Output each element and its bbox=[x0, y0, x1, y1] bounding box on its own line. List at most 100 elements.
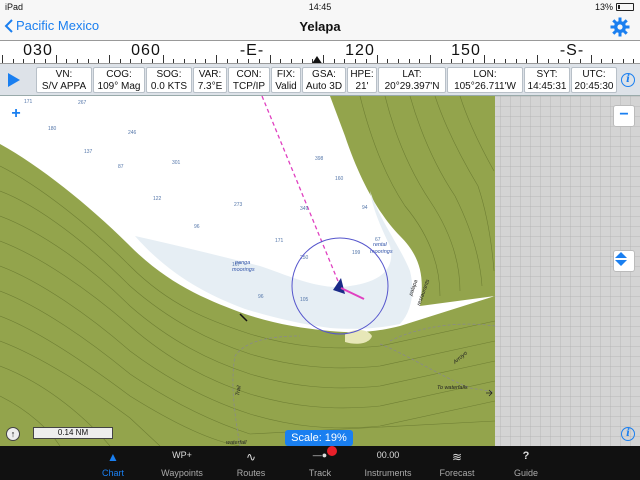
compass-tick bbox=[290, 59, 292, 63]
compass-label: 120 bbox=[345, 42, 375, 59]
zoom-out-button[interactable]: − bbox=[613, 105, 635, 127]
data-label: GSA: bbox=[312, 69, 336, 80]
data-cell-utc[interactable]: UTC: 20:45:30 bbox=[571, 67, 617, 93]
compass-tick bbox=[483, 55, 485, 63]
svg-text:301: 301 bbox=[172, 160, 181, 166]
compass-tick bbox=[301, 59, 303, 63]
gear-icon[interactable] bbox=[610, 17, 630, 37]
tab-forecast[interactable]: ≋ Forecast bbox=[422, 446, 492, 480]
tab-track[interactable]: —● Track bbox=[285, 446, 355, 480]
instruments-icon: 00.00 bbox=[376, 450, 400, 460]
compass-tick bbox=[633, 59, 635, 63]
tab-guide[interactable]: ? Guide bbox=[491, 446, 561, 480]
data-value: 21' bbox=[355, 81, 369, 92]
svg-text:87: 87 bbox=[118, 164, 124, 170]
data-value: 7.3°E bbox=[197, 81, 223, 92]
compass-tick bbox=[537, 55, 538, 63]
data-cell-var[interactable]: VAR: 7.3°E bbox=[193, 67, 227, 93]
data-value: 20:45:30 bbox=[574, 81, 614, 92]
tab-bar: ▲ Chart WP+ Waypoints ∿ Routes —● Track … bbox=[0, 446, 640, 480]
chart-icon: ▲ bbox=[107, 450, 119, 464]
svg-text:105: 105 bbox=[300, 297, 309, 303]
data-cell-con[interactable]: CON: TCP/IP bbox=[228, 67, 270, 93]
svg-text:137: 137 bbox=[84, 149, 93, 155]
compass-tick bbox=[216, 55, 217, 63]
data-cell-vn[interactable]: VN: S/V APPA bbox=[36, 67, 92, 93]
svg-text:246: 246 bbox=[128, 130, 137, 136]
tab-routes[interactable]: ∿ Routes bbox=[216, 446, 286, 480]
data-cell-lon[interactable]: LON: 105°26.711'W bbox=[447, 67, 523, 93]
data-label: HPE: bbox=[350, 69, 374, 80]
data-value: 20°29.397'N bbox=[384, 81, 440, 92]
recording-dot-icon bbox=[327, 446, 337, 456]
play-icon[interactable] bbox=[8, 73, 20, 87]
data-cell-sog[interactable]: SOG: 0.0 KTS bbox=[146, 67, 192, 93]
svg-text:122: 122 bbox=[153, 196, 162, 202]
compass-tick bbox=[611, 59, 613, 63]
label-panga: panga bbox=[234, 260, 250, 266]
data-cell-syt[interactable]: SYT: 14:45:31 bbox=[524, 67, 570, 93]
svg-text:96: 96 bbox=[194, 224, 200, 230]
scale-button[interactable]: Scale: 19% bbox=[285, 430, 353, 446]
svg-text:171: 171 bbox=[275, 238, 284, 244]
zoom-in-button[interactable]: + bbox=[5, 105, 27, 127]
chart-view[interactable]: 171 267 180 246 137 87 301 122 273 96 17… bbox=[0, 96, 640, 446]
compass-tick bbox=[66, 59, 68, 63]
compass-tape: 030 060 -E- 120 150 -S- bbox=[0, 40, 640, 64]
data-label: FIX: bbox=[276, 69, 296, 80]
data-label: SOG: bbox=[156, 69, 182, 80]
compass-tick bbox=[622, 59, 624, 63]
forecast-icon: ≋ bbox=[451, 450, 463, 464]
track-icon-glyph: —● bbox=[312, 450, 328, 460]
data-cell-lat[interactable]: LAT: 20°29.397'N bbox=[378, 67, 446, 93]
status-bar: iPad 14:45 13% bbox=[0, 0, 640, 14]
tab-instruments[interactable]: 00.00 Instruments bbox=[353, 446, 423, 480]
svg-text:273: 273 bbox=[234, 202, 243, 208]
compass-label: -S- bbox=[559, 42, 585, 59]
compass-label: 060 bbox=[131, 42, 161, 59]
compass-tick bbox=[397, 59, 399, 63]
compass-tick bbox=[162, 55, 164, 63]
compass-tick bbox=[87, 59, 89, 63]
tab-chart[interactable]: ▲ Chart bbox=[78, 446, 148, 480]
tab-waypoints[interactable]: WP+ Waypoints bbox=[147, 446, 217, 480]
data-label: LON: bbox=[473, 69, 497, 80]
data-label: CON: bbox=[236, 69, 262, 80]
guide-icon: ? bbox=[522, 450, 530, 462]
compass-tick bbox=[226, 59, 228, 63]
data-value: 105°26.711'W bbox=[454, 81, 516, 92]
data-label: UTC: bbox=[582, 69, 606, 80]
tab-label: Forecast bbox=[439, 468, 475, 478]
data-value: Valid bbox=[275, 81, 297, 92]
compass-tick bbox=[387, 59, 389, 63]
compass-tick bbox=[333, 59, 335, 63]
compass-tick bbox=[504, 59, 506, 63]
compass-tick bbox=[440, 59, 442, 63]
battery-indicator: 13% bbox=[595, 2, 634, 12]
compass-label: 150 bbox=[451, 42, 481, 59]
track-icon: —● bbox=[285, 450, 355, 464]
data-cell-gsa[interactable]: GSA: Auto 3D bbox=[302, 67, 346, 93]
north-up-button[interactable]: ↑ bbox=[6, 427, 20, 441]
scroll-updown-button[interactable] bbox=[613, 250, 635, 272]
compass-tick bbox=[194, 59, 196, 63]
data-label: SYT: bbox=[536, 69, 558, 80]
compass-tick bbox=[12, 59, 14, 63]
data-cell-cog[interactable]: COG: 109° Mag bbox=[93, 67, 145, 93]
svg-text:199: 199 bbox=[352, 250, 361, 256]
compass-tick bbox=[173, 59, 175, 63]
compass-tick bbox=[2, 55, 3, 63]
compass-label: -E- bbox=[239, 42, 265, 59]
battery-icon bbox=[616, 3, 634, 11]
compass-tick bbox=[98, 59, 100, 63]
label-moorings: moorings bbox=[232, 267, 255, 273]
data-cell-fix[interactable]: FIX: Valid bbox=[271, 67, 301, 93]
page-title: Yelapa bbox=[299, 19, 341, 34]
info-icon[interactable]: i bbox=[621, 427, 635, 441]
info-icon[interactable]: i bbox=[621, 73, 635, 87]
svg-text:171: 171 bbox=[24, 99, 33, 105]
battery-percent: 13% bbox=[594, 2, 613, 12]
nautical-chart: 171 267 180 246 137 87 301 122 273 96 17… bbox=[0, 96, 640, 446]
tab-label: Chart bbox=[101, 468, 124, 478]
data-cell-hpe[interactable]: HPE: 21' bbox=[347, 67, 377, 93]
